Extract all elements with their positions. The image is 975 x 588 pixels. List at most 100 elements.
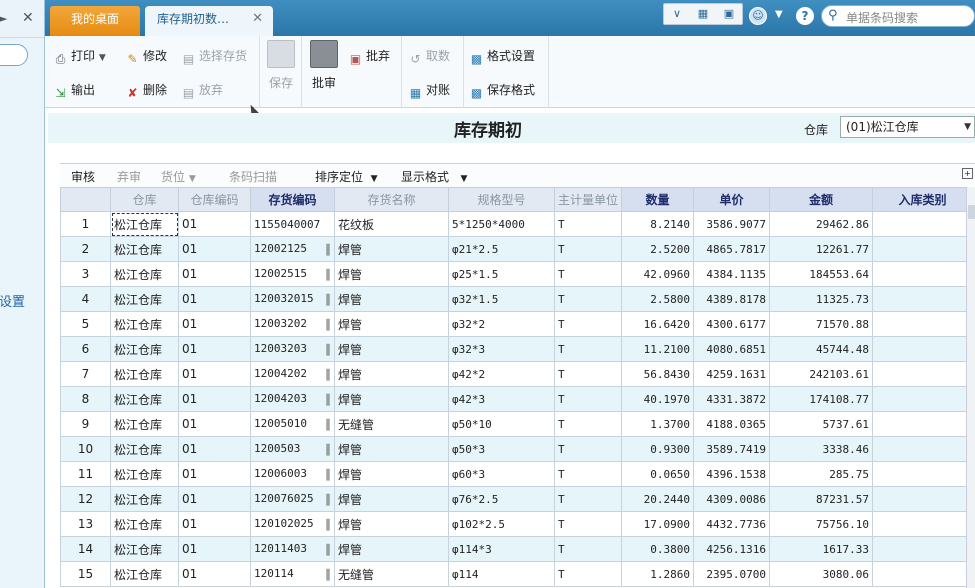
table-row[interactable]: 6 松江仓库 01 12003203 ∥ 焊管 φ32*3 T 11.2100 4080.6851… [60, 336, 973, 362]
in-type-cell[interactable] [872, 461, 973, 487]
amount-cell[interactable]: 12261.77 [769, 236, 873, 262]
approve-button[interactable]: 批审 [304, 40, 344, 91]
table-row[interactable]: 5 松江仓库 01 12003202 ∥ 焊管 φ32*2 T 16.6420 4300.6177… [60, 311, 973, 337]
table-row[interactable]: 4 松江仓库 01 120032015 ∥ 焊管 φ32*1.5 T 2.5800 4389.81… [60, 286, 973, 312]
item-name-cell[interactable]: 焊管 [334, 436, 449, 462]
barcode-search-input[interactable]: ⚲ 单据条码搜索 [821, 5, 975, 27]
amount-cell[interactable]: 29462.86 [769, 211, 873, 237]
unit-cell[interactable]: T [554, 336, 622, 362]
tab-inventory-opening[interactable]: 库存期初数… ✕ [145, 6, 273, 36]
item-name-cell[interactable]: 无缝管 [334, 411, 449, 437]
spec-cell[interactable]: φ114*3 [448, 536, 555, 562]
chevron-down-icon[interactable]: ▼ [775, 9, 783, 20]
item-code-cell[interactable]: 120102025 ∥ [250, 511, 335, 537]
in-type-cell[interactable] [872, 436, 973, 462]
unit-cell[interactable]: T [554, 386, 622, 412]
table-row[interactable]: 8 松江仓库 01 12004203 ∥ 焊管 φ42*3 T 40.1970 4331.3872… [60, 386, 973, 412]
item-code-cell[interactable]: 12004203 ∥ [250, 386, 335, 412]
unit-price-cell[interactable]: 3589.7419 [693, 436, 770, 462]
item-name-cell[interactable]: 焊管 [334, 361, 449, 387]
unit-cell[interactable]: T [554, 411, 622, 437]
quantity-cell[interactable]: 17.0900 [621, 511, 694, 537]
unit-price-cell[interactable]: 2395.0700 [693, 561, 770, 587]
row-index[interactable]: 13 [60, 511, 111, 537]
warehouse-cell[interactable]: 松江仓库 [110, 486, 179, 512]
in-type-cell[interactable] [872, 486, 973, 512]
quantity-cell[interactable]: 16.6420 [621, 311, 694, 337]
warehouse-code-cell[interactable]: 01 [178, 386, 251, 412]
table-row[interactable]: 10 松江仓库 01 1200503 ∥ 焊管 φ50*3 T 0.9300 3589.7419 3… [60, 436, 973, 462]
spec-cell[interactable]: 5*1250*4000 [448, 211, 555, 237]
warehouse-code-cell[interactable]: 01 [178, 236, 251, 262]
table-row[interactable]: 9 松江仓库 01 12005010 ∥ 无缝管 φ50*10 T 1.3700 4188.036… [60, 411, 973, 437]
modify-button[interactable]: ✎ 修改 [125, 45, 167, 67]
warehouse-code-cell[interactable]: 01 [178, 486, 251, 512]
spec-cell[interactable]: φ50*10 [448, 411, 555, 437]
in-type-cell[interactable] [872, 286, 973, 312]
spec-cell[interactable]: φ21*2.5 [448, 236, 555, 262]
amount-cell[interactable]: 75756.10 [769, 511, 873, 537]
item-code-cell[interactable]: 120076025 ∥ [250, 486, 335, 512]
in-type-cell[interactable] [872, 236, 973, 262]
item-code-cell[interactable]: 1200503 ∥ [250, 436, 335, 462]
warehouse-code-cell[interactable]: 01 [178, 561, 251, 587]
warehouse-cell[interactable]: 松江仓库 [110, 311, 179, 337]
amount-cell[interactable]: 5737.61 [769, 411, 873, 437]
unit-price-cell[interactable]: 4309.0086 [693, 486, 770, 512]
row-index[interactable]: 15 [60, 561, 111, 587]
grid-audit-button[interactable]: 审核 [71, 168, 95, 185]
abandon-button[interactable]: ▤ 放弃 [181, 79, 223, 101]
row-index[interactable]: 6 [60, 336, 111, 362]
warehouse-code-cell[interactable]: 01 [178, 411, 251, 437]
col-header-warehouse[interactable]: 仓库 [110, 187, 179, 212]
unit-price-cell[interactable]: 4389.8178 [693, 286, 770, 312]
attachment-icon[interactable]: ∥ [325, 267, 331, 281]
warehouse-cell[interactable]: 松江仓库 [110, 286, 179, 312]
item-code-cell[interactable]: 12002515 ∥ [250, 261, 335, 287]
table-row[interactable]: 12 松江仓库 01 120076025 ∥ 焊管 φ76*2.5 T 20.2440 4309.… [60, 486, 973, 512]
unit-cell[interactable]: T [554, 236, 622, 262]
item-name-cell[interactable]: 焊管 [334, 311, 449, 337]
in-type-cell[interactable] [872, 536, 973, 562]
unit-cell[interactable]: T [554, 361, 622, 387]
row-index[interactable]: 12 [60, 486, 111, 512]
row-index[interactable]: 7 [60, 361, 111, 387]
unit-cell[interactable]: T [554, 311, 622, 337]
save-format-button[interactable]: ▩ 保存格式 [469, 79, 535, 101]
unit-price-cell[interactable]: 4384.1135 [693, 261, 770, 287]
warehouse-code-cell[interactable]: 01 [178, 511, 251, 537]
unit-price-cell[interactable]: 4188.0365 [693, 411, 770, 437]
unit-cell[interactable]: T [554, 511, 622, 537]
item-code-cell[interactable]: 12006003 ∥ [250, 461, 335, 487]
spec-cell[interactable]: φ60*3 [448, 461, 555, 487]
quantity-cell[interactable]: 0.3800 [621, 536, 694, 562]
amount-cell[interactable]: 45744.48 [769, 336, 873, 362]
save-button[interactable]: 保存 [261, 40, 301, 91]
item-name-cell[interactable]: 焊管 [334, 536, 449, 562]
in-type-cell[interactable] [872, 361, 973, 387]
in-type-cell[interactable] [872, 261, 973, 287]
vertical-scrollbar[interactable] [966, 187, 975, 588]
in-type-cell[interactable] [872, 511, 973, 537]
close-icon[interactable]: ✕ [22, 10, 34, 26]
item-code-cell[interactable]: 1155040007 [250, 211, 335, 237]
warehouse-cell[interactable]: 松江仓库 [110, 211, 179, 237]
attachment-icon[interactable]: ∥ [325, 517, 331, 531]
col-header-unit-price[interactable]: 单价 [693, 187, 770, 212]
cancel-audit-button[interactable]: ▣ 批弃 [348, 45, 390, 67]
quantity-cell[interactable]: 20.2440 [621, 486, 694, 512]
unit-cell[interactable]: T [554, 286, 622, 312]
table-row[interactable]: 14 松江仓库 01 12011403 ∥ 焊管 φ114*3 T 0.3800 4256.131… [60, 536, 973, 562]
grid-location-button[interactable]: 货位 ▼ [161, 168, 196, 185]
table-row[interactable]: 3 松江仓库 01 12002515 ∥ 焊管 φ25*1.5 T 42.0960 4384.11… [60, 261, 973, 287]
quantity-cell[interactable]: 8.2140 [621, 211, 694, 237]
amount-cell[interactable]: 3080.06 [769, 561, 873, 587]
fullscreen-icon[interactable]: ▣ [716, 4, 742, 24]
warehouse-code-cell[interactable]: 01 [178, 536, 251, 562]
row-index[interactable]: 11 [60, 461, 111, 487]
warehouse-cell[interactable]: 松江仓库 [110, 561, 179, 587]
format-settings-button[interactable]: ▩ 格式设置 [469, 45, 535, 67]
in-type-cell[interactable] [872, 561, 973, 587]
spec-cell[interactable]: φ50*3 [448, 436, 555, 462]
table-row[interactable]: 2 松江仓库 01 12002125 ∥ 焊管 φ21*2.5 T 2.5200 4865.781… [60, 236, 973, 262]
